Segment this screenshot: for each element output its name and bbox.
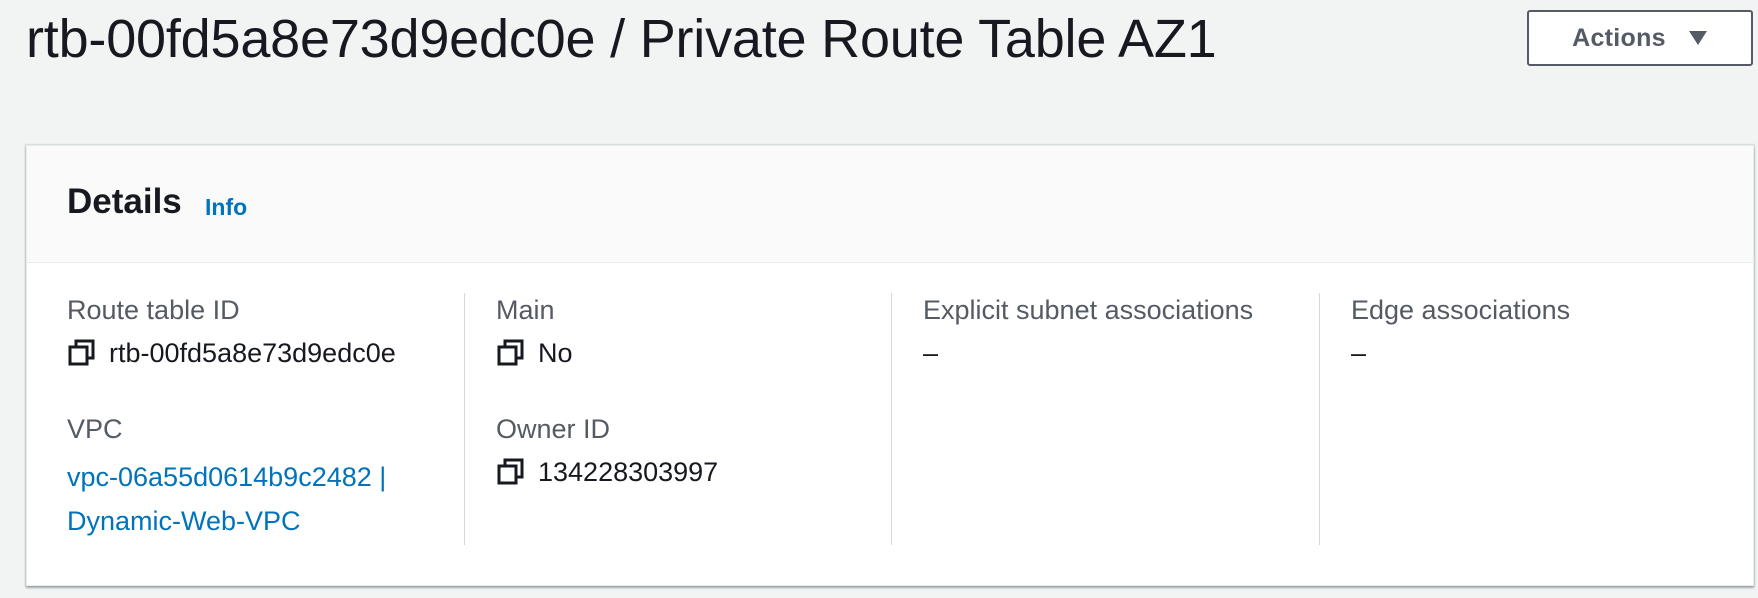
owner-id-label: Owner ID xyxy=(496,414,611,444)
route-table-id-field: Route table ID rtb-00fd5a8e73d9edc0e xyxy=(67,293,396,370)
route-table-id-value: rtb-00fd5a8e73d9edc0e xyxy=(109,338,396,368)
vpc-label: VPC xyxy=(67,414,123,444)
details-column-2: Main No Owner ID 134228303997 xyxy=(496,293,856,543)
edge-associations-field: Edge associations – xyxy=(1351,293,1570,370)
copy-icon[interactable] xyxy=(496,338,526,368)
details-column-1: Route table ID rtb-00fd5a8e73d9edc0e VPC… xyxy=(67,293,407,543)
route-table-id-label: Route table ID xyxy=(67,295,240,325)
copy-icon[interactable] xyxy=(496,457,526,487)
details-column-4: Edge associations – xyxy=(1351,293,1711,543)
edge-associations-value: – xyxy=(1351,338,1367,368)
details-title: Details xyxy=(67,182,182,221)
main-value-row: No xyxy=(496,336,573,370)
edge-associations-label: Edge associations xyxy=(1351,295,1571,325)
details-column-3: Explicit subnet associations – xyxy=(923,293,1283,543)
owner-id-value-row: 134228303997 xyxy=(496,455,718,489)
main-label: Main xyxy=(496,295,555,325)
details-card-header: Details Info xyxy=(27,146,1753,263)
owner-id-field: Owner ID 134228303997 xyxy=(496,412,718,489)
explicit-subnet-associations-field: Explicit subnet associations – xyxy=(923,293,1253,370)
vpc-link-line-2: Dynamic-Web-VPC xyxy=(67,506,301,536)
main-value: No xyxy=(538,338,573,368)
explicit-subnet-associations-value: – xyxy=(923,338,939,368)
caret-down-icon xyxy=(1688,30,1708,46)
vpc-link-line-1: vpc-06a55d0614b9c2482 | xyxy=(67,462,387,492)
actions-button[interactable]: Actions xyxy=(1527,10,1753,66)
column-divider xyxy=(464,293,465,545)
details-card-body: Route table ID rtb-00fd5a8e73d9edc0e VPC… xyxy=(27,263,1753,587)
page-title: rtb-00fd5a8e73d9edc0e / Private Route Ta… xyxy=(26,9,1217,69)
vpc-field: VPC vpc-06a55d0614b9c2482 | Dynamic-Web-… xyxy=(67,412,386,543)
owner-id-value: 134228303997 xyxy=(538,457,719,487)
column-divider xyxy=(1319,293,1320,545)
copy-icon[interactable] xyxy=(67,338,97,368)
actions-button-label: Actions xyxy=(1572,23,1666,52)
explicit-subnet-associations-label: Explicit subnet associations xyxy=(923,295,1254,325)
details-card: Details Info Route table ID rtb-00fd5a8e… xyxy=(26,145,1754,586)
route-table-id-value-row: rtb-00fd5a8e73d9edc0e xyxy=(67,336,396,370)
column-divider xyxy=(891,293,892,545)
page-header: rtb-00fd5a8e73d9edc0e / Private Route Ta… xyxy=(0,0,1758,100)
info-link[interactable]: Info xyxy=(205,192,247,222)
main-field: Main No xyxy=(496,293,573,370)
vpc-link[interactable]: vpc-06a55d0614b9c2482 | Dynamic-Web-VPC xyxy=(67,455,386,543)
